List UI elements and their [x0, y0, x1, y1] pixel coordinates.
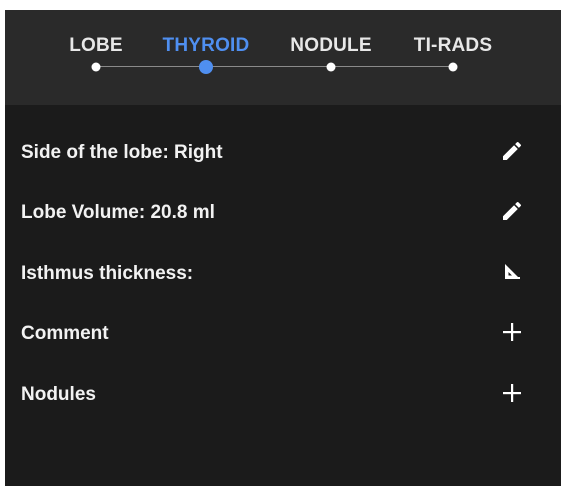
step-thyroid[interactable]: THYROID [163, 35, 250, 57]
step-nodule[interactable]: NODULE [290, 35, 371, 57]
step-dot-nodule[interactable] [326, 62, 336, 72]
pencil-icon [503, 201, 522, 220]
lobe-volume-label: Lobe Volume: 20.8 ml [21, 202, 215, 223]
row-isthmus-thickness: Isthmus thickness: [5, 253, 561, 293]
isthmus-thickness-label: Isthmus thickness: [21, 263, 194, 284]
add-comment-button[interactable] [495, 315, 529, 349]
step-lobe[interactable]: LOBE [69, 35, 123, 57]
add-nodule-button[interactable] [495, 376, 529, 410]
nodules-label: Nodules [21, 384, 96, 405]
step-track [95, 66, 452, 67]
comment-label: Comment [21, 323, 109, 344]
step-dot-lobe[interactable] [91, 62, 101, 72]
step-dot-thyroid[interactable] [199, 60, 213, 74]
step-navigation: LOBE THYROID NODULE TI-RADS [5, 10, 561, 105]
edit-side-button[interactable] [495, 134, 529, 168]
measure-isthmus-button[interactable] [495, 255, 529, 289]
plus-icon [503, 384, 521, 402]
row-nodules: Nodules [5, 374, 561, 414]
edit-volume-button[interactable] [495, 194, 529, 228]
row-comment: Comment [5, 313, 561, 353]
ruler-triangle-icon [505, 264, 520, 279]
row-side-of-lobe: Side of the lobe: Right [5, 132, 561, 172]
plus-icon [503, 323, 521, 341]
step-dot-ti-rads[interactable] [448, 62, 458, 72]
row-lobe-volume: Lobe Volume: 20.8 ml [5, 192, 561, 232]
thyroid-panel: LOBE THYROID NODULE TI-RADS Side of the … [5, 10, 561, 486]
side-of-lobe-label: Side of the lobe: Right [21, 142, 223, 163]
step-ti-rads[interactable]: TI-RADS [414, 35, 492, 57]
pencil-icon [503, 141, 522, 160]
